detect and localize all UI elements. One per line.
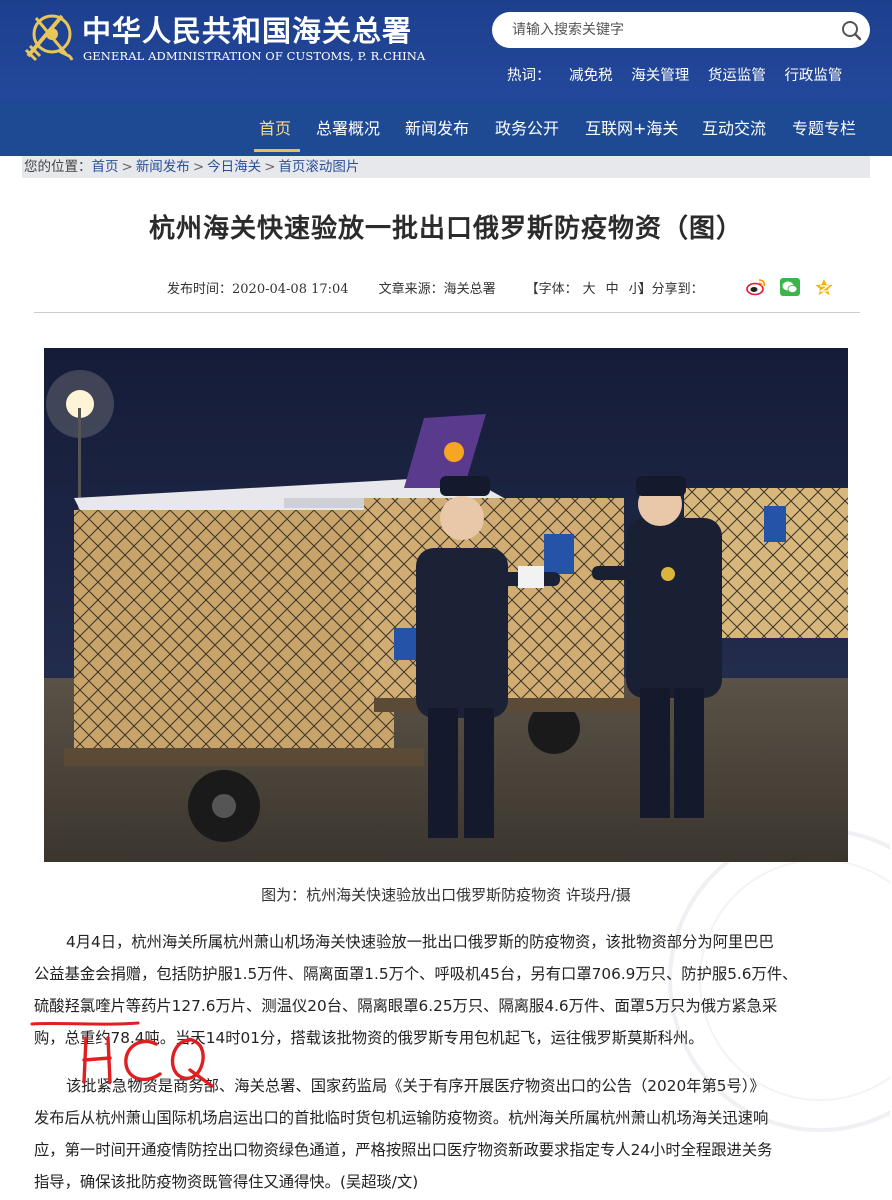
breadcrumb-separator: >	[264, 159, 276, 175]
breadcrumb-slides[interactable]: 首页滚动图片	[278, 159, 359, 175]
paragraph-line: 发布后从杭州萧山国际机场启运出口的首批临时货包机运输防疫物资。杭州海关所属杭州萧…	[34, 1109, 769, 1127]
breadcrumb-today[interactable]: 今日海关	[207, 159, 261, 175]
font-size-label: 【字体：	[525, 282, 578, 297]
hot-words-label: 热词：	[507, 68, 551, 84]
article-title: 杭州海关快速验放一批出口俄罗斯防疫物资（图）	[148, 214, 743, 244]
hot-word-link[interactable]: 减免税	[569, 68, 613, 84]
nav-special-topics[interactable]: 专题专栏	[792, 102, 856, 156]
paragraph-line: 公益基金会捐赠，包括防护服1.5万件、隔离面罩1.5万个、呼吸机45台，另有口罩…	[34, 965, 798, 983]
search-input[interactable]	[512, 12, 832, 48]
paragraph-line: 4月4日，杭州海关所属杭州萧山机场海关快速验放一批出口俄罗斯的防疫物资，该批物资…	[66, 933, 774, 951]
font-size-large[interactable]: 大	[583, 282, 596, 297]
article-source: 海关总署	[443, 282, 496, 297]
paragraph-line: 硫酸羟氯喹片等药片127.6万片、测温仪20台、隔离眼罩6.25万只、隔离服4.…	[34, 997, 778, 1015]
search-box	[492, 12, 870, 48]
breadcrumb-home[interactable]: 首页	[92, 159, 119, 175]
nav-interaction[interactable]: 互动交流	[702, 102, 766, 156]
hot-words: 热词： 减免税 海关管理 货运监管 行政监管	[507, 64, 856, 85]
nav-overview[interactable]: 总署概况	[316, 102, 380, 156]
hot-word-link[interactable]: 海关管理	[631, 68, 689, 84]
meta-divider	[34, 312, 860, 313]
hcq-handwritten-annotation	[82, 1036, 214, 1088]
breadcrumb-news[interactable]: 新闻发布	[136, 159, 190, 175]
nav-home[interactable]: 首页	[259, 102, 291, 156]
article-meta: 发布时间：2020-04-08 17:04 文章来源：海关总署 【字体：大中小】分享…	[167, 278, 704, 297]
share-label: 】分享到：	[638, 282, 704, 297]
breadcrumb-separator: >	[121, 159, 133, 175]
paragraph-line: 应，第一时间开通疫情防控出口物资绿色通道，严格按照出口医疗物资新政要求指定专人2…	[34, 1141, 773, 1159]
publish-label: 发布时间：	[167, 282, 233, 297]
qzone-icon[interactable]	[814, 278, 834, 296]
source-label: 文章来源：	[378, 282, 444, 297]
publish-time: 2020-04-08 17:04	[232, 282, 349, 297]
main-nav: 首页 总署概况 新闻发布 政务公开 互联网+海关 互动交流 专题专栏	[0, 102, 892, 156]
nav-government-affairs[interactable]: 政务公开	[495, 102, 559, 156]
site-title-cn[interactable]: 中华人民共和国海关总署	[82, 8, 412, 50]
paragraph-line: 指导，确保该批防疫物资既管得住又通得快。(吴超琰/文)	[34, 1173, 419, 1191]
share-icons	[746, 276, 843, 296]
nav-active-indicator	[254, 149, 300, 152]
article-photo	[44, 348, 848, 862]
wechat-icon[interactable]	[780, 277, 801, 296]
search-icon[interactable]	[840, 19, 862, 41]
nav-news[interactable]: 新闻发布	[405, 102, 469, 156]
breadcrumb: 您的位置：首页 > 新闻发布 > 今日海关 > 首页滚动图片	[22, 156, 870, 178]
nav-internet-customs[interactable]: 互联网+海关	[585, 102, 678, 156]
red-underline-annotation	[30, 1021, 140, 1026]
breadcrumb-lead: 您的位置：	[24, 159, 92, 175]
breadcrumb-separator: >	[192, 159, 205, 175]
site-title-en: GENERAL ADMINISTRATION OF CUSTOMS, P. R.…	[83, 49, 426, 63]
site-header: 中华人民共和国海关总署 GENERAL ADMINISTRATION OF CU…	[0, 0, 892, 156]
weibo-icon[interactable]	[746, 278, 766, 296]
hot-word-link[interactable]: 货运监管	[708, 68, 766, 84]
customs-emblem-icon[interactable]	[22, 10, 74, 64]
hot-word-link[interactable]: 行政监管	[784, 68, 842, 84]
photo-caption: 图为：杭州海关快速验放出口俄罗斯防疫物资 许琰丹/摄	[261, 886, 631, 904]
font-size-medium[interactable]: 中	[606, 282, 619, 297]
